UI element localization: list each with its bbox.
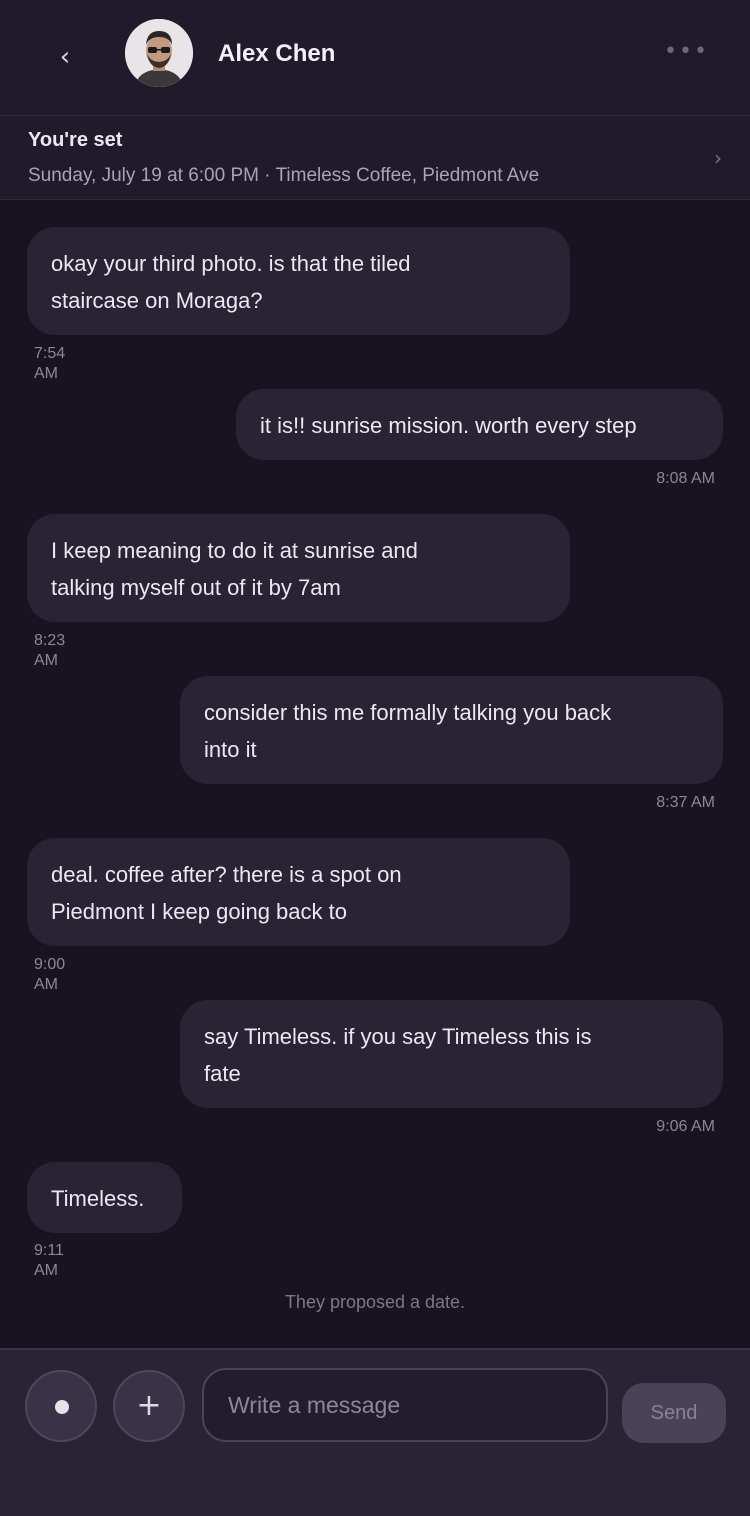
message-line: deal. coffee after? there is a spot on: [51, 862, 402, 887]
message-bubble[interactable]: say Timeless. if you say Timeless this i…: [180, 1000, 723, 1108]
avatar[interactable]: [125, 19, 193, 87]
message-line: okay your third photo. is that the tiled: [51, 251, 411, 276]
message-line: I keep meaning to do it at sunrise and: [51, 538, 418, 563]
message-timestamp: 8:08 AM: [656, 470, 715, 487]
more-options-button[interactable]: •••: [664, 34, 709, 70]
send-button[interactable]: Send: [622, 1383, 726, 1443]
message-line: Piedmont I keep going back to: [51, 899, 347, 924]
banner-title: You're set: [28, 129, 123, 151]
message-bubble[interactable]: it is!! sunrise mission. worth every ste…: [236, 389, 723, 460]
date-confirmation-banner[interactable]: You're set Sunday, July 19 at 6:00 PM · …: [0, 116, 750, 200]
message-line: say Timeless. if you say Timeless this i…: [204, 1024, 592, 1049]
message-line: staircase on Moraga?: [51, 288, 263, 313]
message-line: consider this me formally talking you ba…: [204, 700, 612, 725]
message-timestamp: 7:54 AM: [34, 345, 66, 382]
message-timestamp: 9:11 AM: [34, 1242, 64, 1279]
message-bubble[interactable]: consider this me formally talking you ba…: [180, 676, 723, 784]
message-timestamp: 8:23 AM: [34, 632, 66, 669]
message-bubble[interactable]: Timeless.: [27, 1162, 182, 1233]
plus-icon: +: [136, 1388, 162, 1423]
banner-detail: Sunday, July 19 at 6:00 PM · Timeless Co…: [28, 165, 540, 186]
avatar-photo: [125, 19, 193, 87]
message-line: talking myself out of it by 7am: [51, 575, 341, 600]
message-thread[interactable]: okay your third photo. is that the tiled…: [0, 200, 750, 1348]
message-bubble[interactable]: okay your third photo. is that the tiled…: [27, 227, 570, 335]
chevron-right-icon: ›: [714, 146, 722, 170]
more-horizontal-icon: •••: [664, 39, 709, 64]
record-icon: [55, 1400, 69, 1414]
message-bubble[interactable]: deal. coffee after? there is a spot on P…: [27, 838, 570, 946]
message-input[interactable]: [202, 1368, 608, 1442]
chat-header: ‹ Alex Chen •••: [0, 0, 750, 116]
message-timestamp: 9:06 AM: [656, 1118, 715, 1135]
system-note: They proposed a date.: [284, 1292, 466, 1312]
message-timestamp: 9:00 AM: [34, 956, 66, 993]
chevron-left-icon: ‹: [59, 42, 71, 72]
record-button[interactable]: [25, 1370, 97, 1442]
message-line: into it: [204, 737, 257, 762]
message-composer: + Send: [0, 1348, 750, 1516]
message-bubble[interactable]: I keep meaning to do it at sunrise and t…: [27, 514, 570, 622]
message-line: Timeless.: [51, 1186, 145, 1211]
message-line: it is!! sunrise mission. worth every ste…: [260, 413, 637, 438]
contact-name[interactable]: Alex Chen: [218, 36, 335, 72]
back-button[interactable]: ‹: [50, 40, 80, 74]
add-attachment-button[interactable]: +: [113, 1370, 185, 1442]
message-timestamp: 8:37 AM: [656, 794, 715, 811]
message-line: fate: [204, 1061, 241, 1086]
